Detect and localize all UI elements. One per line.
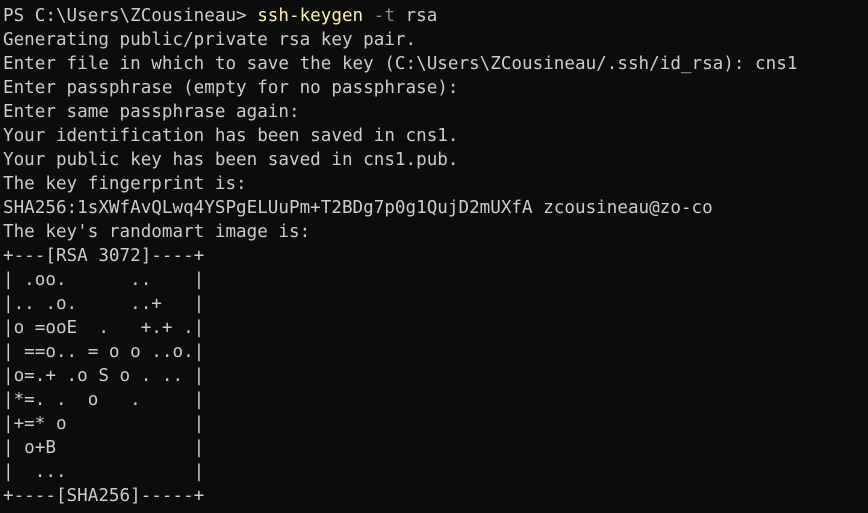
randomart-line: | .oo. .. | <box>3 270 205 290</box>
output-line: The key fingerprint is: <box>3 174 247 194</box>
output-line: Your public key has been saved in cns1.p… <box>3 150 459 170</box>
prompt-line: PS C:\Users\ZCousineau> ssh-keygen -t rs… <box>3 4 868 28</box>
randomart-line: |*=. . o . | <box>3 390 205 410</box>
randomart-line: |.. .o. ..+ | <box>3 294 205 314</box>
randomart-line: | ... | <box>3 462 205 482</box>
output-line: Enter passphrase (empty for no passphras… <box>3 78 459 98</box>
randomart-line: | ==o.. = o o ..o.| <box>3 342 205 362</box>
output-line: Generating public/private rsa key pair. <box>3 30 417 50</box>
command-flag: -t <box>373 6 395 26</box>
randomart-line: +---[RSA 3072]----+ <box>3 246 205 266</box>
randomart-line: |o =ooE . +.+ .| <box>3 318 205 338</box>
randomart-line: | o+B | <box>3 438 205 458</box>
randomart-line: |o=.+ .o S o . .. | <box>3 366 205 386</box>
prompt-prefix: PS C:\Users\ZCousineau> <box>3 6 258 26</box>
output-line: Enter file in which to save the key (C:\… <box>3 54 798 74</box>
output-line: Enter same passphrase again: <box>3 102 300 122</box>
randomart-line: |+=* o | <box>3 414 205 434</box>
command-space <box>363 6 374 26</box>
randomart-line: +----[SHA256]-----+ <box>3 486 205 506</box>
output-line: The key's randomart image is: <box>3 222 311 242</box>
command-name: ssh-keygen <box>257 6 364 26</box>
fingerprint-line: SHA256:1sXWfAvQLwq4YSPgELUuPm+T2BDg7p0g1… <box>3 198 713 218</box>
command-arg: rsa <box>394 6 438 26</box>
terminal-window[interactable]: PS C:\Users\ZCousineau> ssh-keygen -t rs… <box>0 0 868 513</box>
output-line: Your identification has been saved in cn… <box>3 126 459 146</box>
